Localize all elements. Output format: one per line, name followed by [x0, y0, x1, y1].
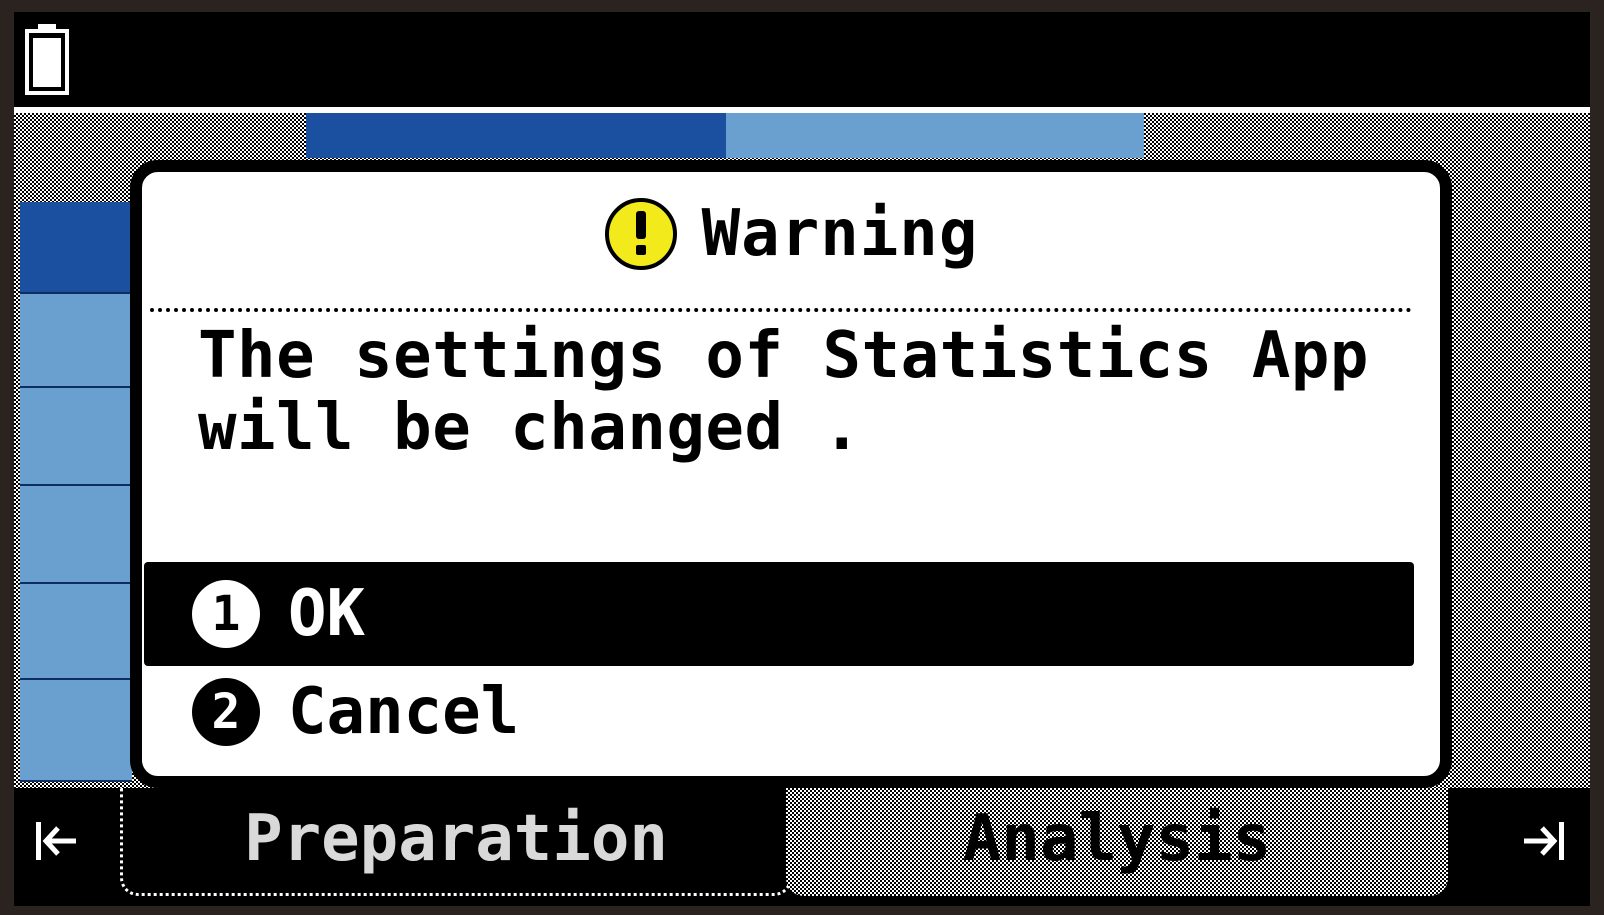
row-cell	[20, 680, 132, 782]
number-two-icon: 2	[192, 678, 260, 746]
option-label: OK	[288, 577, 366, 651]
dialog-header: Warning	[142, 194, 1440, 274]
row-cell	[20, 486, 132, 584]
jump-to-end-icon[interactable]	[1502, 806, 1572, 876]
jump-to-start-icon[interactable]	[28, 806, 98, 876]
option-ok[interactable]: 1 OK	[144, 562, 1414, 666]
dialog-title: Warning	[701, 197, 979, 271]
column-header-a	[306, 113, 726, 158]
status-bar	[14, 12, 1590, 113]
tab-label: Analysis	[962, 802, 1272, 876]
row-cell	[20, 202, 132, 294]
bottom-tab-bar: Preparation Analysis	[14, 788, 1590, 906]
dialog-separator	[150, 308, 1412, 312]
battery-full-icon	[25, 24, 69, 95]
option-cancel[interactable]: 2 Cancel	[144, 666, 1414, 758]
option-number: 1	[212, 586, 241, 642]
tab-preparation[interactable]: Preparation	[120, 788, 792, 896]
warning-dialog: Warning The settings of Statistics App w…	[130, 160, 1452, 788]
option-label: Cancel	[288, 675, 520, 749]
calculator-screen: Warning The settings of Statistics App w…	[14, 12, 1590, 906]
row-cell	[20, 388, 132, 486]
tab-analysis[interactable]: Analysis	[786, 788, 1448, 896]
warning-exclamation-icon	[604, 198, 677, 270]
dialog-message: The settings of Statistics App will be c…	[198, 319, 1369, 465]
row-cell	[20, 294, 132, 388]
number-one-icon: 1	[192, 580, 260, 648]
row-cell	[20, 584, 132, 680]
column-header-b	[726, 113, 1144, 158]
tab-label: Preparation	[244, 802, 668, 876]
option-number: 2	[212, 684, 241, 740]
